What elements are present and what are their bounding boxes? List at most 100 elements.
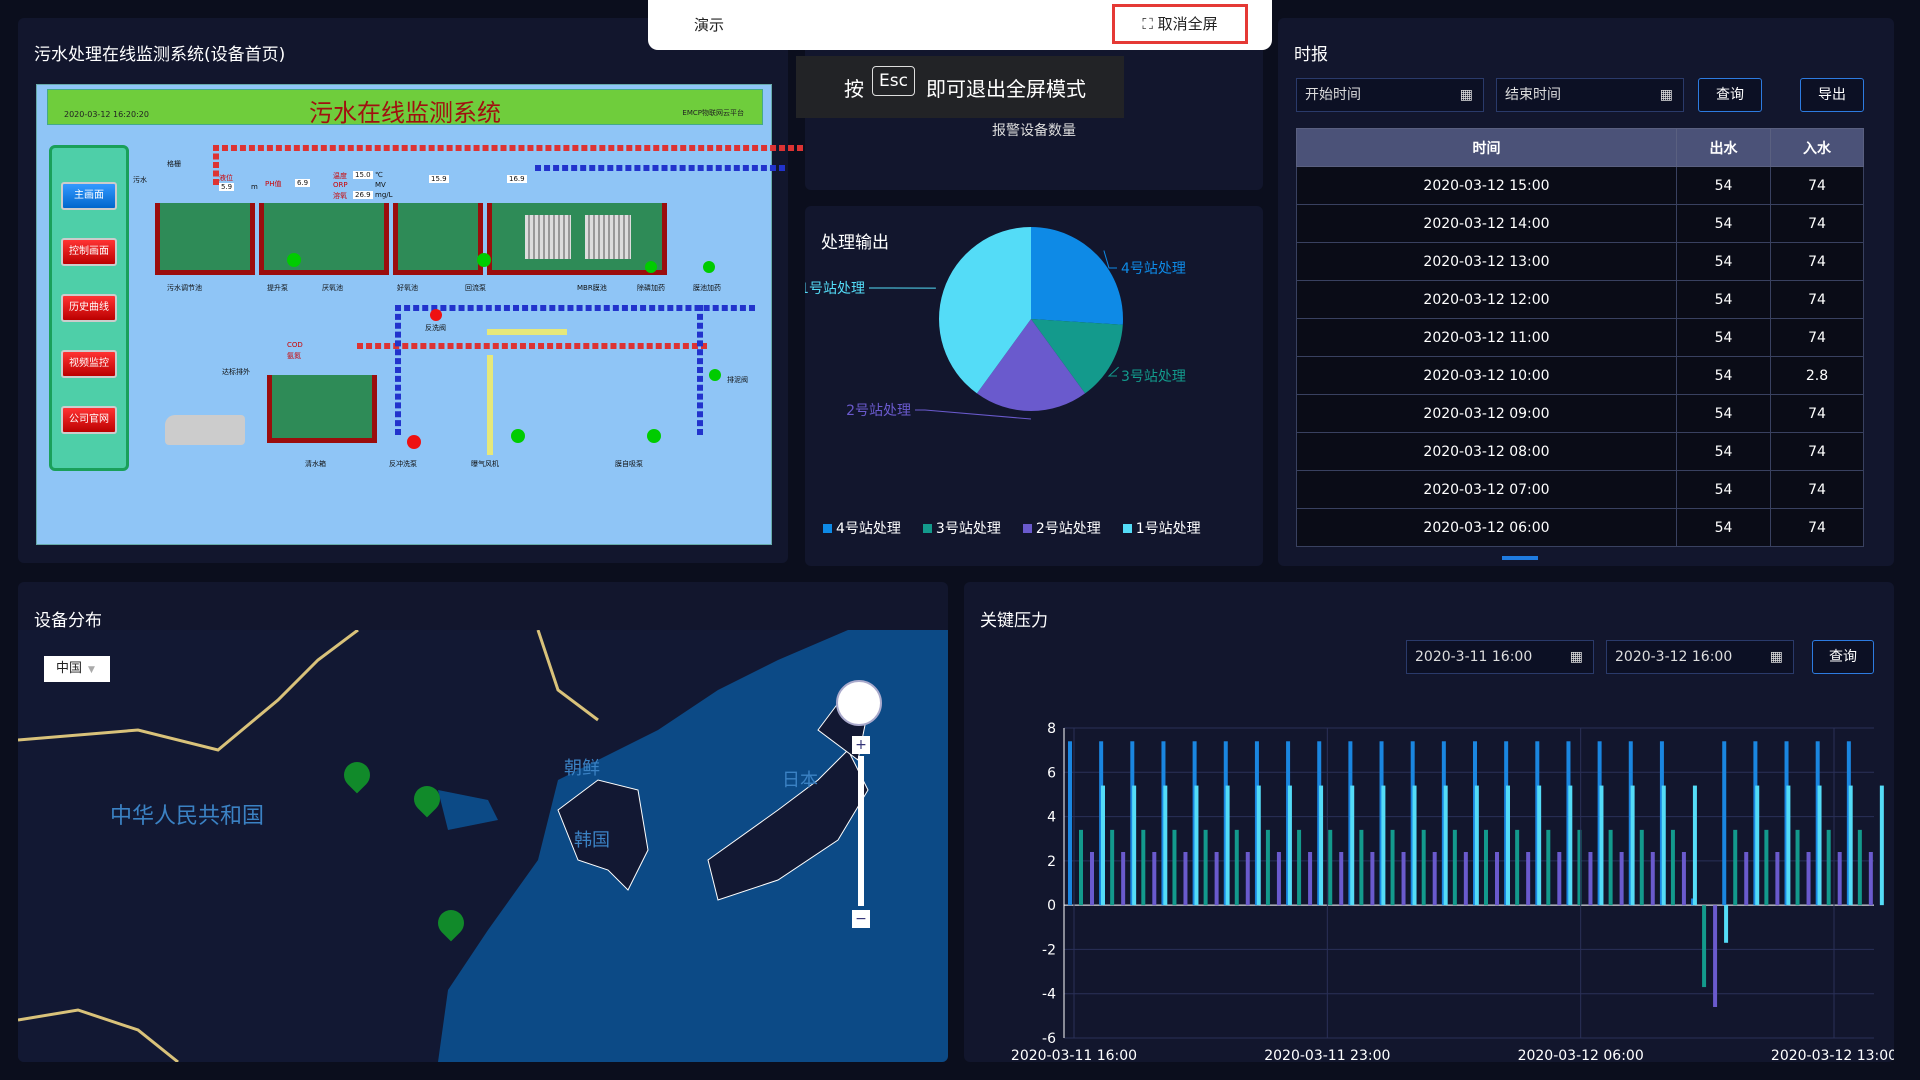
- pressure-bar[interactable]: [1328, 829, 1333, 906]
- col-in[interactable]: 入水: [1770, 128, 1864, 167]
- pie-slice[interactable]: [1031, 227, 1123, 325]
- pressure-bar[interactable]: [1297, 829, 1302, 906]
- pressure-bar[interactable]: [1141, 829, 1146, 906]
- pressure-bar[interactable]: [1495, 852, 1499, 906]
- pressure-bar[interactable]: [1463, 852, 1468, 906]
- table-row[interactable]: 2020-03-12 12:00 54 74: [1296, 280, 1864, 319]
- legend-item-2[interactable]: 2号站处理: [1022, 518, 1101, 538]
- pressure-bar[interactable]: [1713, 905, 1718, 1007]
- pressure-bar[interactable]: [1670, 829, 1675, 906]
- pressure-bar[interactable]: [1817, 785, 1822, 906]
- pressure-bar[interactable]: [1826, 829, 1831, 906]
- pressure-bar[interactable]: [1630, 785, 1635, 906]
- pressure-bar[interactable]: [1452, 829, 1457, 906]
- pressure-bar[interactable]: [1608, 829, 1613, 906]
- pressure-bar[interactable]: [1068, 741, 1072, 906]
- pressure-bar[interactable]: [1401, 852, 1406, 906]
- pressure-bar[interactable]: [1390, 829, 1395, 906]
- pressure-bar[interactable]: [1868, 852, 1873, 906]
- pressure-bar[interactable]: [1287, 785, 1292, 906]
- pressure-bar[interactable]: [1421, 829, 1426, 906]
- nav-history-button[interactable]: 历史曲线: [61, 294, 117, 322]
- pressure-bar[interactable]: [1692, 785, 1697, 906]
- pressure-bar[interactable]: [1214, 852, 1219, 906]
- pressure-bar[interactable]: [1203, 829, 1208, 906]
- pressure-bar[interactable]: [1806, 852, 1811, 906]
- legend-item-1[interactable]: 1号站处理: [1122, 518, 1201, 538]
- zoom-in-icon[interactable]: +: [852, 736, 870, 754]
- pressure-bar[interactable]: [1412, 785, 1417, 906]
- pressure-bar[interactable]: [1152, 852, 1157, 906]
- nav-main-button[interactable]: 主画面: [61, 182, 117, 210]
- pressure-bar[interactable]: [1733, 829, 1738, 906]
- pressure-bar[interactable]: [1786, 785, 1791, 906]
- pressure-bar[interactable]: [1650, 852, 1655, 906]
- pressure-bar[interactable]: [1172, 829, 1177, 906]
- pressure-bar[interactable]: [1619, 852, 1624, 906]
- table-row[interactable]: 2020-03-12 15:00 54 74: [1296, 166, 1864, 205]
- table-row[interactable]: 2020-03-12 06:00 54 74: [1296, 508, 1864, 547]
- pressure-bar[interactable]: [1163, 785, 1168, 906]
- pressure-bar[interactable]: [1848, 785, 1853, 906]
- pressure-bar[interactable]: [1484, 829, 1488, 906]
- region-select[interactable]: 中国 ▼: [44, 656, 110, 682]
- zoom-slider[interactable]: [858, 756, 864, 906]
- map[interactable]: 中国 ▼ 中华人民共和国 朝鲜 韩国 日本 + −: [18, 630, 948, 1062]
- pressure-bar[interactable]: [1546, 829, 1551, 906]
- pressure-bar[interactable]: [1755, 785, 1760, 906]
- pressure-bar[interactable]: [1639, 829, 1644, 906]
- pressure-bar[interactable]: [1245, 852, 1250, 906]
- pressure-bar[interactable]: [1506, 785, 1510, 906]
- pressure-bar[interactable]: [1857, 829, 1862, 906]
- pressure-bar[interactable]: [1722, 741, 1727, 906]
- pressure-bar[interactable]: [1381, 785, 1386, 906]
- pressure-bar[interactable]: [1319, 785, 1324, 906]
- table-row[interactable]: 2020-03-12 09:00 54 74: [1296, 394, 1864, 433]
- pressure-bar[interactable]: [1702, 905, 1707, 988]
- pressure-bar[interactable]: [1350, 785, 1355, 906]
- nav-control-button[interactable]: 控制画面: [61, 238, 117, 266]
- pressure-bar[interactable]: [1339, 852, 1344, 906]
- nav-video-button[interactable]: 视频监控: [61, 350, 117, 378]
- legend-item-3[interactable]: 3号站处理: [922, 518, 1001, 538]
- exit-fullscreen-button[interactable]: ⛶ 取消全屏: [1112, 4, 1248, 44]
- pressure-bar[interactable]: [1795, 829, 1800, 906]
- pressure-bar[interactable]: [1537, 785, 1542, 906]
- pressure-bar[interactable]: [1276, 852, 1281, 906]
- pressure-bar[interactable]: [1474, 785, 1479, 906]
- col-out[interactable]: 出水: [1676, 128, 1771, 167]
- pressure-bar[interactable]: [1256, 785, 1261, 906]
- pressure-bar[interactable]: [1661, 785, 1666, 906]
- table-row[interactable]: 2020-03-12 14:00 54 74: [1296, 204, 1864, 243]
- pressure-bar[interactable]: [1110, 829, 1115, 906]
- pressure-bar[interactable]: [1370, 852, 1375, 906]
- col-time[interactable]: 时间: [1296, 128, 1677, 167]
- pressure-bar[interactable]: [1101, 785, 1105, 906]
- table-row[interactable]: 2020-03-12 08:00 54 74: [1296, 432, 1864, 471]
- pressure-bar[interactable]: [1132, 785, 1137, 906]
- pressure-bar[interactable]: [1194, 785, 1199, 906]
- report-export-button[interactable]: 导出: [1800, 78, 1864, 112]
- pressure-bar[interactable]: [1183, 852, 1188, 906]
- pressure-bar[interactable]: [1225, 785, 1230, 906]
- pressure-bar[interactable]: [1121, 852, 1126, 906]
- pressure-bar[interactable]: [1588, 852, 1593, 906]
- pressure-bar[interactable]: [1526, 852, 1531, 906]
- report-query-button[interactable]: 查询: [1698, 78, 1762, 112]
- table-row[interactable]: 2020-03-12 07:00 54 74: [1296, 470, 1864, 509]
- pressure-bar[interactable]: [1515, 829, 1520, 906]
- pressure-bar[interactable]: [1764, 829, 1769, 906]
- pressure-bar[interactable]: [1568, 785, 1573, 906]
- pressure-bar[interactable]: [1775, 852, 1780, 906]
- zoom-out-icon[interactable]: −: [852, 910, 870, 928]
- map-pan-control-icon[interactable]: [836, 680, 882, 726]
- end-time-input[interactable]: 结束时间 ▦: [1496, 78, 1684, 112]
- pressure-bar[interactable]: [1234, 829, 1239, 906]
- start-time-input[interactable]: 开始时间 ▦: [1296, 78, 1484, 112]
- pressure-bar[interactable]: [1599, 785, 1604, 906]
- table-row[interactable]: 2020-03-12 10:00 54 2.8: [1296, 356, 1864, 395]
- pressure-bar[interactable]: [1359, 829, 1364, 906]
- nav-website-button[interactable]: 公司官网: [61, 406, 117, 434]
- table-row[interactable]: 2020-03-12 11:00 54 74: [1296, 318, 1864, 357]
- pressure-bar[interactable]: [1879, 785, 1884, 906]
